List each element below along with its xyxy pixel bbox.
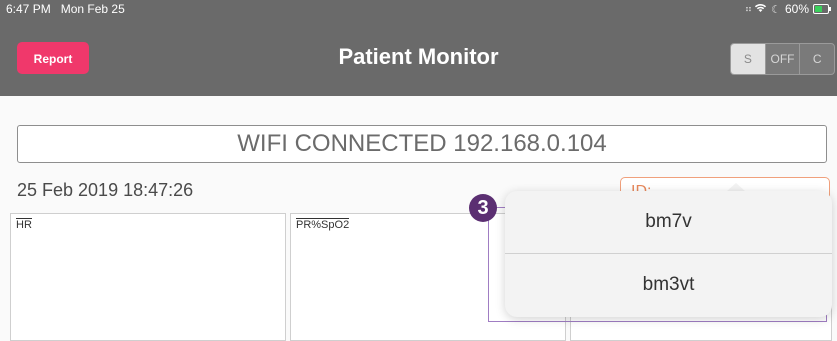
signal-icon: ⠶ bbox=[744, 3, 752, 15]
popover-option-bm3vt[interactable]: bm3vt bbox=[505, 254, 832, 316]
status-indicators: ⠶ ☾ 60% bbox=[744, 2, 831, 16]
status-bar: 6:47 PM Mon Feb 25 ⠶ ☾ 60% bbox=[0, 0, 837, 18]
spo2-label: PR%SpO2 bbox=[296, 218, 350, 231]
device-select-popover: bm7v bm3vt bbox=[505, 191, 832, 317]
wifi-icon bbox=[754, 2, 767, 16]
battery-percent: 60% bbox=[784, 2, 809, 16]
segment-c[interactable]: C bbox=[799, 44, 834, 74]
status-date: Mon Feb 25 bbox=[60, 2, 125, 16]
segment-off[interactable]: OFF bbox=[764, 44, 800, 74]
page-title: Patient Monitor bbox=[338, 44, 499, 69]
wifi-status-banner: WIFI CONNECTED 192.168.0.104 bbox=[17, 125, 827, 163]
hr-label: HR bbox=[16, 218, 32, 231]
current-datetime: 25 Feb 2019 18:47:26 bbox=[17, 180, 194, 200]
segment-s[interactable]: S bbox=[731, 44, 765, 74]
navigation-bar: Report Patient Monitor S OFF C bbox=[0, 18, 837, 96]
moon-icon: ☾ bbox=[771, 3, 781, 16]
status-time: 6:47 PM bbox=[6, 2, 51, 16]
mode-segmented-control[interactable]: S OFF C bbox=[730, 43, 835, 75]
battery-charging-icon bbox=[813, 4, 831, 14]
status-time-date: 6:47 PM Mon Feb 25 bbox=[6, 2, 125, 16]
callout-number-badge: 3 bbox=[469, 194, 497, 222]
popover-option-bm7v[interactable]: bm7v bbox=[505, 191, 832, 253]
hr-panel: HR bbox=[10, 213, 286, 341]
